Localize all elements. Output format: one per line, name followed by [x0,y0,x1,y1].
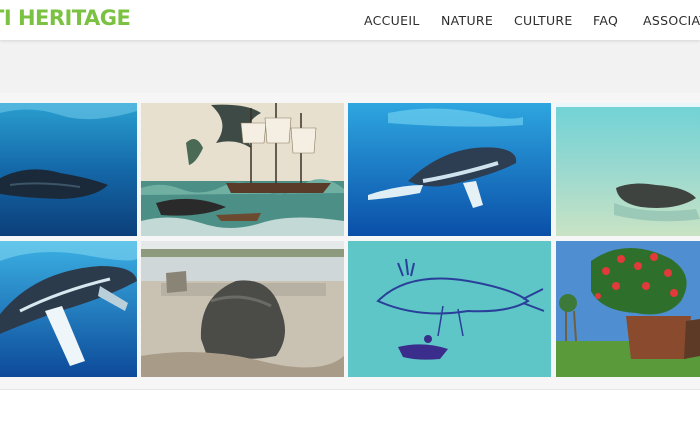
site-logo[interactable]: TI HERITAGE [0,6,131,30]
gallery-image-whale-underwater[interactable] [0,103,137,236]
gallery-bottom-divider [0,389,700,390]
page: TI HERITAGE ACCUEIL NATURE CULTURE FAQ A… [0,0,700,441]
gallery-image-child-drawing-whale[interactable] [348,241,551,377]
banner-band [0,40,700,93]
site-header: TI HERITAGE ACCUEIL NATURE CULTURE FAQ A… [0,0,700,40]
nav-associations[interactable]: ASSOCIATI [643,13,700,28]
gallery-image-humpback-fin[interactable] [0,241,137,377]
gallery-image-humpback-whale[interactable] [348,103,551,236]
gallery-image-red-flowering-tree[interactable] [556,241,700,377]
photo-gallery [0,93,700,390]
nav-faq[interactable]: FAQ [593,13,618,28]
gallery-image-whaling-ship-engraving[interactable] [141,103,344,236]
gallery-image-turquoise-lagoon[interactable] [556,103,700,236]
nav-nature[interactable]: NATURE [441,13,493,28]
nav-accueil[interactable]: ACCUEIL [364,13,420,28]
nav-culture[interactable]: CULTURE [514,13,573,28]
gallery-image-coral-rock-beach[interactable] [141,241,344,377]
